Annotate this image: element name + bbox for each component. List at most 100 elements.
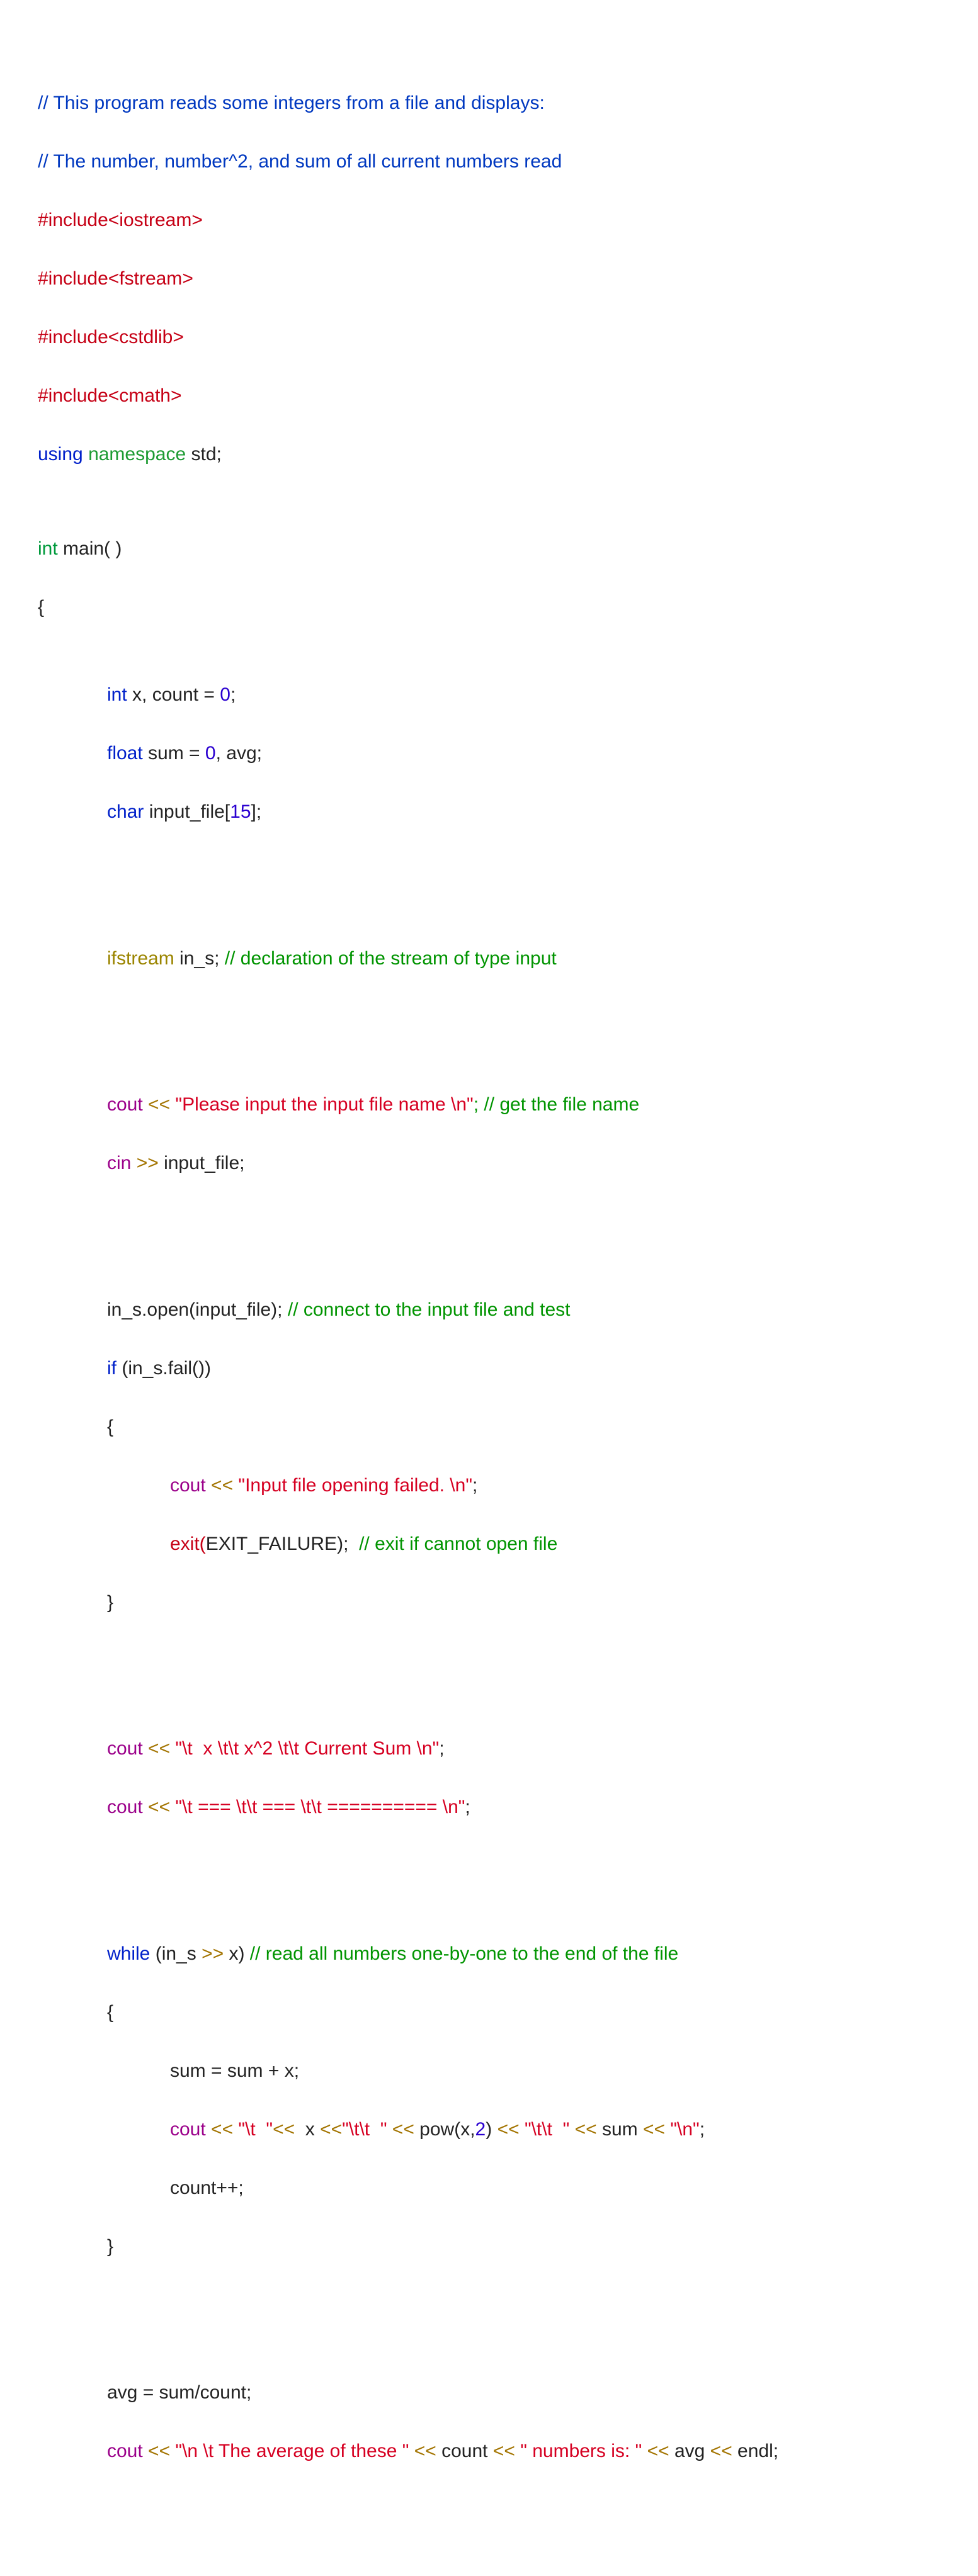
brace-close-while: } [107, 2236, 113, 2257]
body-s3: "\t\t " [525, 2119, 569, 2140]
lt-final-4: << [642, 2441, 669, 2461]
decl-sum: sum = [148, 743, 205, 764]
gt-1: >> [137, 1153, 164, 1173]
cout-body: cout [170, 2119, 211, 2140]
brace-close-if: } [107, 1592, 113, 1613]
cin-1: cin [107, 1153, 137, 1173]
include-4-a: #include< [38, 385, 119, 406]
comment-line-2: // The number, number^2, and sum of all … [38, 151, 562, 172]
float-kw: float [107, 743, 148, 764]
include-3-b: cstdlib [119, 327, 173, 347]
fifteen: 15 [230, 801, 251, 822]
body-semi: ; [700, 2119, 705, 2140]
if-kw: if [107, 1358, 122, 1379]
semi-1: ; [217, 444, 222, 465]
decl-x-count: x, count = [132, 684, 220, 705]
exit-call: exit( [170, 1534, 206, 1554]
while-kw: while [107, 1943, 156, 1964]
lt-fail: << [211, 1475, 238, 1496]
std-ident: std [191, 444, 217, 465]
int-kw-2: int [107, 684, 132, 705]
code-block: // This program reads some integers from… [38, 30, 940, 2576]
char-kw: char [107, 801, 149, 822]
cout-hdr2: cout [107, 1797, 148, 1817]
sum-line: sum = sum + x; [170, 2060, 299, 2081]
include-2-a: #include< [38, 268, 119, 289]
cout-final: cout [107, 2441, 148, 2461]
fail-string: "Input file opening failed. \n" [238, 1475, 472, 1496]
lt-body-4: << [387, 2119, 414, 2140]
include-4-b: cmath [119, 385, 171, 406]
lt-final-5: << [710, 2441, 737, 2461]
include-1-a: #include< [38, 210, 119, 230]
hdr2-string: "\t === \t\t === \t\t ========== \n" [175, 1797, 465, 1817]
pow-call: pow(x, [414, 2119, 475, 2140]
namespace-kw: namespace [88, 444, 191, 465]
ifstream-comment: // declaration of the stream of type inp… [225, 948, 557, 969]
include-1-c: > [191, 210, 203, 230]
include-2-b: fstream [119, 268, 182, 289]
include-2-c: > [182, 268, 193, 289]
hdr1-string: "\t x \t\t x^2 \t\t Current Sum \n" [175, 1738, 439, 1759]
endl: endl; [737, 2441, 778, 2461]
cout-fail: cout [170, 1475, 211, 1496]
lt-body-3: << [320, 2119, 342, 2140]
body-x: x [300, 2119, 320, 2140]
semi-2: ; [230, 684, 236, 705]
lt-final-2: << [409, 2441, 436, 2461]
exit-end: ); [337, 1534, 359, 1554]
lt-1: << [148, 1094, 175, 1115]
brace-open-if: { [107, 1416, 113, 1437]
decl-input-file: input_file[ [149, 801, 230, 822]
lt-hdr2: << [148, 1797, 175, 1817]
final-s1: "\n \t The average of these " [175, 2441, 409, 2461]
ifstream-type: ifstream [107, 948, 179, 969]
final-count: count [436, 2441, 493, 2461]
main-fn: main( ) [63, 538, 122, 559]
while-comment: // read all numbers one-by-one to the en… [250, 1943, 678, 1964]
fail-semi: ; [472, 1475, 477, 1496]
exit-arg: EXIT_FAILURE [206, 1534, 337, 1554]
include-3-c: > [173, 327, 184, 347]
using-kw: using [38, 444, 88, 465]
lt-final-1: << [148, 2441, 175, 2461]
cout-1: cout [107, 1094, 148, 1115]
final-s2: " numbers is: " [520, 2441, 642, 2461]
body-sum: sum [597, 2119, 643, 2140]
open-call: in_s.open(input_file); [107, 1299, 288, 1320]
lt-body-1: << [211, 2119, 238, 2140]
hdr1-semi: ; [439, 1738, 444, 1759]
body-s2: "\t\t " [342, 2119, 387, 2140]
lt-hdr1: << [148, 1738, 175, 1759]
lt-final-3: << [493, 2441, 520, 2461]
lt-body-6: << [569, 2119, 596, 2140]
brace-open-while: { [107, 2002, 113, 2023]
cin-target: input_file; [164, 1153, 244, 1173]
hdr2-semi: ; [465, 1797, 470, 1817]
lt-body-7: << [643, 2119, 670, 2140]
prompt-string: "Please input the input file name \n" [175, 1094, 473, 1115]
final-avg: avg [669, 2441, 710, 2461]
while-cond-b: x) [229, 1943, 249, 1964]
while-cond-a: (in_s [156, 1943, 202, 1964]
two: 2 [475, 2119, 486, 2140]
include-3-a: #include< [38, 327, 119, 347]
body-s1: "\t " [238, 2119, 273, 2140]
zero-1: 0 [220, 684, 230, 705]
comment-line-1: // This program reads some integers from… [38, 93, 545, 113]
exit-comment: // exit if cannot open file [359, 1534, 557, 1554]
cout-hdr1: cout [107, 1738, 148, 1759]
avg-line: avg = sum/count; [107, 2382, 251, 2403]
brace-open-main: { [38, 597, 44, 618]
include-1-b: iostream [119, 210, 191, 230]
prompt-comment: ; // get the file name [474, 1094, 639, 1115]
int-kw: int [38, 538, 63, 559]
count-pp: count++; [170, 2178, 244, 2198]
include-4-c: > [171, 385, 182, 406]
body-nl: "\n" [670, 2119, 699, 2140]
lt-body-2: << [273, 2119, 300, 2140]
ifstream-name: in_s; [179, 948, 225, 969]
decl3-end: ]; [251, 801, 262, 822]
zero-2: 0 [205, 743, 216, 764]
open-comment: // connect to the input file and test [288, 1299, 571, 1320]
